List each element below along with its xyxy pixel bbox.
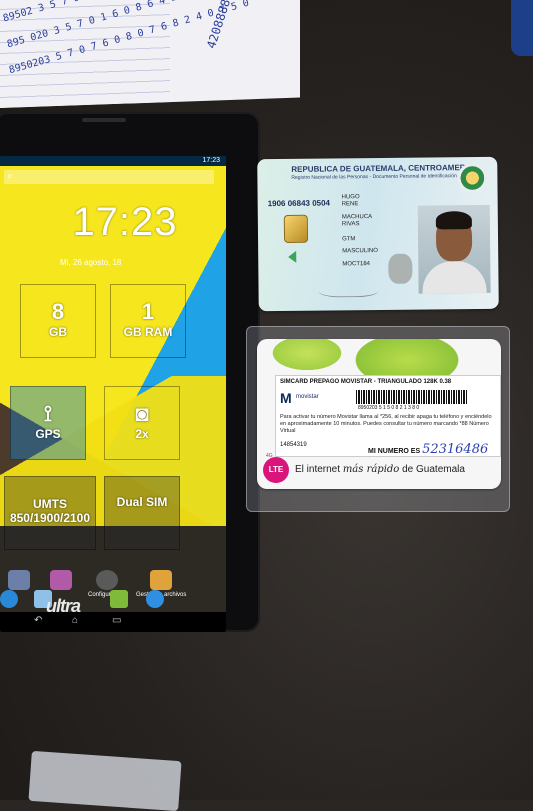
tile-umts-label: UMTS 850/1900/2100 — [9, 497, 91, 525]
id-field-code: MOCT184 — [342, 261, 371, 268]
tagline-end: de Guatemala — [399, 464, 465, 475]
search-icon: ⌕ — [7, 171, 13, 182]
status-time: 17:23 — [202, 157, 220, 164]
id-field-name-1: HUGO — [341, 194, 360, 201]
tile-gps[interactable]: ⟟ GPS — [10, 386, 86, 460]
chip-icon — [283, 214, 309, 243]
sim-label: SIMCARD PREPAGO MOVISTAR - TRIANGULADO 1… — [275, 375, 501, 457]
sim-package: SIMCARD PREPAGO MOVISTAR - TRIANGULADO 1… — [246, 326, 510, 512]
tile-storage[interactable]: 8 GB — [20, 284, 96, 358]
id-photo — [417, 204, 491, 294]
back-icon[interactable]: ↶ — [34, 615, 42, 626]
sim-instructions: Para activar tu número Movistar llama al… — [280, 414, 492, 434]
handwritten-paper: 89502 3 5 7 0 8 1 6 0 8 2 4 5 0 895 020 … — [0, 0, 300, 108]
tile-dual-sim[interactable]: Dual SIM — [104, 476, 180, 550]
id-field-name-2: RENE — [341, 201, 359, 208]
tile-gps-label: GPS — [35, 427, 61, 441]
browser-icon[interactable] — [146, 590, 164, 608]
status-bar: 17:23 — [0, 156, 226, 166]
my-number: MI NUMERO ES 52316486 — [368, 442, 488, 457]
movistar-brand: movistar — [296, 394, 319, 400]
id-field-surname-2: RIVAS — [341, 221, 360, 228]
tile-ram-value: 1 — [141, 299, 155, 324]
tile-ram[interactable]: 1 GB RAM — [110, 284, 186, 358]
tablet-speaker — [82, 118, 126, 122]
id-field-surname-1: MACHUCA — [341, 214, 373, 221]
id-card: REPUBLICA DE GUATEMALA, CENTROAMERICA Re… — [257, 156, 499, 312]
green-shape-left — [267, 339, 347, 373]
lte-badge: LTE — [263, 457, 289, 483]
tile-camera-label: 2x — [135, 427, 149, 441]
camera-icon: ◙ — [135, 401, 149, 426]
id-card-subtitle: Registro Nacional de las Personas - Docu… — [291, 173, 470, 181]
apps-icon[interactable] — [110, 590, 128, 608]
blue-object — [511, 0, 533, 56]
my-number-label: MI NUMERO ES — [368, 448, 421, 455]
coat-of-arms-icon — [457, 162, 488, 194]
date-label: Mi, 26 agosto, 18 — [60, 258, 122, 267]
id-card-number: 1906 06843 0504 — [267, 198, 331, 209]
tagline-start: El internet — [295, 464, 343, 475]
clock-widget[interactable]: 17:23 — [40, 200, 210, 245]
tagline-emphasis: más rápido — [342, 464, 400, 475]
signature — [318, 281, 379, 298]
sim-card: SIMCARD PREPAGO MOVISTAR - TRIANGULADO 1… — [257, 339, 501, 489]
bottom-object — [28, 750, 182, 811]
id-field-sex: MASCULINO — [342, 248, 378, 255]
sim-label-title: SIMCARD PREPAGO MOVISTAR - TRIANGULADO 1… — [280, 379, 452, 385]
phone-icon[interactable] — [0, 590, 18, 608]
nav-bar: ↶ ⌂ ▭ — [0, 612, 226, 632]
dock — [0, 586, 226, 610]
tile-umts[interactable]: UMTS 850/1900/2100 — [4, 476, 96, 550]
recents-icon[interactable]: ▭ — [112, 615, 121, 626]
search-bar[interactable]: ⌕ — [4, 170, 214, 184]
movistar-logo-icon: M — [280, 390, 292, 406]
photo-hair — [435, 211, 472, 230]
tablet: 17:23 ⌕ 17:23 Mi, 26 agosto, 18 8 GB 1 G… — [0, 112, 260, 632]
tablet-brand-logo: ultra — [46, 596, 81, 616]
handwritten-number: 52316486 — [422, 442, 489, 457]
tagline: El internet más rápido de Guatemala — [295, 464, 465, 475]
tile-dual-sim-label: Dual SIM — [116, 495, 168, 509]
ghost-photo — [388, 253, 413, 284]
tile-storage-value: 8 — [51, 299, 65, 324]
id-field-nationality: GTM — [342, 236, 356, 243]
tile-ram-unit: GB RAM — [123, 325, 173, 339]
virtual-number: 14854319 — [280, 442, 307, 448]
barcode — [356, 390, 468, 404]
flag-icon — [288, 250, 297, 263]
tile-camera[interactable]: ◙ 2x — [104, 386, 180, 460]
tile-storage-unit: GB — [49, 325, 67, 339]
gps-icon: ⟟ — [43, 401, 53, 426]
tablet-screen[interactable]: 17:23 ⌕ 17:23 Mi, 26 agosto, 18 8 GB 1 G… — [0, 156, 226, 632]
sim-serial: 8950203 5 1 5 0 8 2 1 3 8 0 — [358, 405, 420, 411]
photo-shirt — [422, 260, 487, 294]
